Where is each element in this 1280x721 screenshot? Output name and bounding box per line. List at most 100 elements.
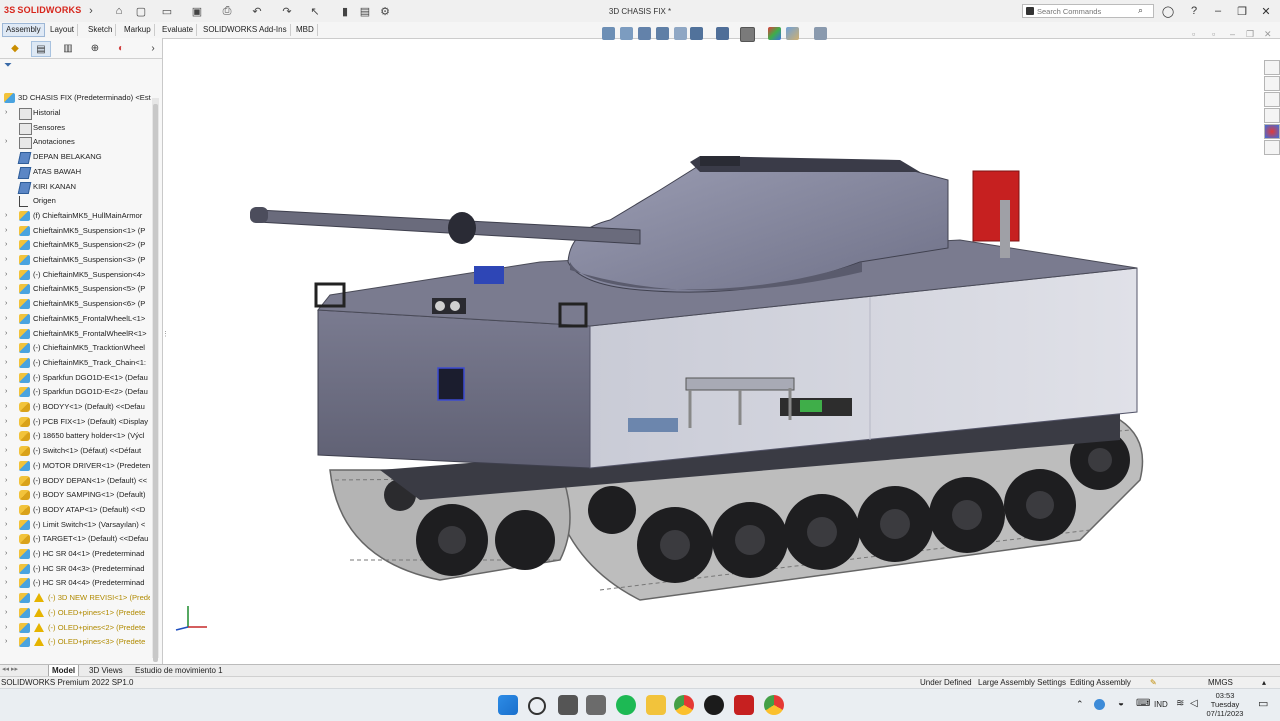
expand-chevron-icon[interactable]: › xyxy=(5,591,7,605)
expand-chevron-icon[interactable]: › xyxy=(5,532,7,546)
restore-button[interactable]: ❐ xyxy=(1234,3,1250,19)
expand-chevron-icon[interactable]: › xyxy=(5,312,7,326)
task-view-icon[interactable] xyxy=(558,695,578,715)
tree-item[interactable]: KIRI KANAN xyxy=(0,180,150,194)
redo-icon[interactable]: ↷ xyxy=(280,4,294,18)
task-pane-appearances-icon[interactable] xyxy=(1264,124,1280,139)
tree-item[interactable]: › Anotaciones xyxy=(0,135,150,150)
tab-markup[interactable]: Markup xyxy=(121,24,155,36)
tree-item[interactable]: › ChieftainMK5_Suspension<1> (P xyxy=(0,224,150,238)
select-arrow-icon[interactable]: ↖ xyxy=(308,4,322,18)
magnifier-icon[interactable]: ⌕ xyxy=(1138,5,1143,16)
task-pane-custom-properties-icon[interactable] xyxy=(1264,140,1280,155)
home-icon[interactable]: ⌂ xyxy=(112,4,126,18)
solidworks-taskbar-icon[interactable] xyxy=(734,695,754,715)
minimize-button[interactable]: – xyxy=(1210,3,1226,19)
tree-item[interactable]: › ChieftainMK5_Suspension<3> (P xyxy=(0,253,150,267)
tree-item[interactable]: ATAS BAWAH xyxy=(0,165,150,179)
tree-item[interactable]: › (f) ChieftainMK5_HullMainArmor xyxy=(0,209,150,223)
expand-chevron-icon[interactable]: › xyxy=(5,474,7,488)
user-account-icon[interactable]: ◯ xyxy=(1160,3,1176,19)
doc-close-icon[interactable]: ✕ xyxy=(1264,29,1272,40)
search-box[interactable]: ⌕ xyxy=(1022,4,1154,18)
new-document-icon[interactable]: ▢ xyxy=(134,4,148,18)
keyboard-icon[interactable]: ⌨ xyxy=(1136,698,1150,709)
chevron-right-icon[interactable]: › xyxy=(84,4,98,18)
feature-manager-tab-icon[interactable]: ◆ xyxy=(6,41,24,55)
expand-chevron-icon[interactable]: › xyxy=(5,356,7,370)
display-manager-tab-icon[interactable]: ◐ xyxy=(112,41,130,55)
tree-item[interactable]: › (-) OLED+pines<2> (Predete xyxy=(0,621,150,635)
tab-solidworks-add-ins[interactable]: SOLIDWORKS Add-Ins xyxy=(200,24,291,36)
undo-icon[interactable]: ↶ xyxy=(250,4,264,18)
expand-chevron-icon[interactable]: › xyxy=(5,106,7,120)
tree-item[interactable]: › ChieftainMK5_FrontalWheelL<1> xyxy=(0,312,150,326)
dimxpert-tab-icon[interactable]: ⊕ xyxy=(86,41,104,55)
chrome-profile-icon[interactable] xyxy=(764,695,784,715)
close-button[interactable]: ✕ xyxy=(1258,3,1274,19)
configuration-manager-tab-icon[interactable]: ▥ xyxy=(59,41,77,55)
tree-item[interactable]: › (-) HC SR 04<1> (Predeterminad xyxy=(0,547,150,561)
tree-root[interactable]: 3D CHASIS FIX (Predeterminado) <Est xyxy=(0,91,160,105)
tree-item[interactable]: › (-) Limit Switch<1> (Varsayılan) < xyxy=(0,518,150,532)
tree-item[interactable]: Origen xyxy=(0,194,150,208)
tree-item[interactable]: › (-) OLED+pines<3> (Predete xyxy=(0,635,150,649)
expand-chevron-icon[interactable]: › xyxy=(5,224,7,238)
tree-item[interactable]: › (-) PCB FIX<1> (Default) <Display xyxy=(0,415,150,429)
tree-item[interactable]: › (-) Switch<1> (Défaut) <<Défaut xyxy=(0,444,150,458)
tree-item[interactable]: › (-) BODYY<1> (Default) <<Defau xyxy=(0,400,150,414)
expand-chevron-icon[interactable]: › xyxy=(5,518,7,532)
tree-item[interactable]: DEPAN BELAKANG xyxy=(0,150,150,165)
spotify-icon[interactable] xyxy=(616,695,636,715)
tray-chevron-icon[interactable]: ⌃ xyxy=(1076,699,1084,710)
expand-chevron-icon[interactable]: › xyxy=(5,444,7,458)
solidworks-logo[interactable]: 3S SOLIDWORKS xyxy=(4,5,81,15)
task-pane-file-explorer-icon[interactable] xyxy=(1264,108,1280,123)
tree-item[interactable]: › (-) ChieftainMK5_TracktionWheel xyxy=(0,341,150,355)
expand-chevron-icon[interactable]: › xyxy=(5,547,7,561)
expand-chevron-icon[interactable]: › xyxy=(5,488,7,502)
task-pane-design-library-icon[interactable] xyxy=(1264,92,1280,107)
task-pane-home-icon[interactable] xyxy=(1264,60,1280,75)
expand-chevron-icon[interactable]: › xyxy=(5,562,7,576)
tree-item[interactable]: › (-) ChieftainMK5_Suspension<4> xyxy=(0,268,150,282)
tree-scrollbar[interactable] xyxy=(152,98,159,662)
chrome-icon[interactable] xyxy=(674,695,694,715)
expand-chevron-icon[interactable]: › xyxy=(5,400,7,414)
tab-layout[interactable]: Layout xyxy=(47,24,79,36)
expand-chevron-icon[interactable]: › xyxy=(5,297,7,311)
tree-item[interactable]: › (-) ChieftainMK5_Track_Chain<1: xyxy=(0,356,150,370)
tree-item[interactable]: Sensores xyxy=(0,121,150,135)
tree-item[interactable]: › ChieftainMK5_FrontalWheelR<1> xyxy=(0,327,150,341)
search-taskbar-icon[interactable] xyxy=(528,697,546,715)
file-properties-icon[interactable]: ▤ xyxy=(358,4,372,18)
notification-icon[interactable]: ▭ xyxy=(1258,697,1268,710)
tab-3d-views[interactable]: 3D Views xyxy=(86,665,126,676)
expand-chevron-icon[interactable]: › xyxy=(5,606,7,620)
expand-chevron-icon[interactable]: › xyxy=(5,635,7,649)
print-icon[interactable]: ⎙ xyxy=(220,4,234,18)
tab-scroll-arrows-icon[interactable]: ◂◂ ▸▸ xyxy=(2,665,18,673)
expand-chevron-icon[interactable]: › xyxy=(5,327,7,341)
tree-item[interactable]: › (-) OLED+pines<1> (Predete xyxy=(0,606,150,620)
network-tray-icon[interactable] xyxy=(1094,699,1105,710)
expand-chevron-icon[interactable]: › xyxy=(5,576,7,590)
rebuild-icon[interactable]: ▮ xyxy=(338,4,352,18)
expand-chevron-icon[interactable]: › xyxy=(5,135,7,149)
tree-item[interactable]: › (-) 3D NEW REVISI<1> (Prede xyxy=(0,591,150,605)
expand-chevron-icon[interactable]: › xyxy=(5,253,7,267)
expand-chevron-icon[interactable]: › xyxy=(5,371,7,385)
tree-item[interactable]: › (-) MOTOR DRIVER<1> (Predeten xyxy=(0,459,150,473)
search-input[interactable] xyxy=(1037,6,1137,16)
expand-chevron-icon[interactable]: › xyxy=(5,268,7,282)
task-pane-resources-icon[interactable] xyxy=(1264,76,1280,91)
tree-item[interactable]: › (-) TARGET<1> (Default) <<Defau xyxy=(0,532,150,546)
tray-app-icon[interactable]: ◒ xyxy=(1118,698,1124,709)
language-indicator[interactable]: IND xyxy=(1154,700,1168,709)
tab-motion-study[interactable]: Estudio de movimiento 1 xyxy=(132,665,226,676)
tree-item[interactable]: › (-) Sparkfun DGO1D-E<2> (Defau xyxy=(0,385,150,399)
expand-chevron-icon[interactable]: › xyxy=(5,341,7,355)
expand-chevron-icon[interactable]: › xyxy=(5,209,7,223)
expand-chevron-icon[interactable]: › xyxy=(5,503,7,517)
tree-item[interactable]: › ChieftainMK5_Suspension<2> (P xyxy=(0,238,150,252)
